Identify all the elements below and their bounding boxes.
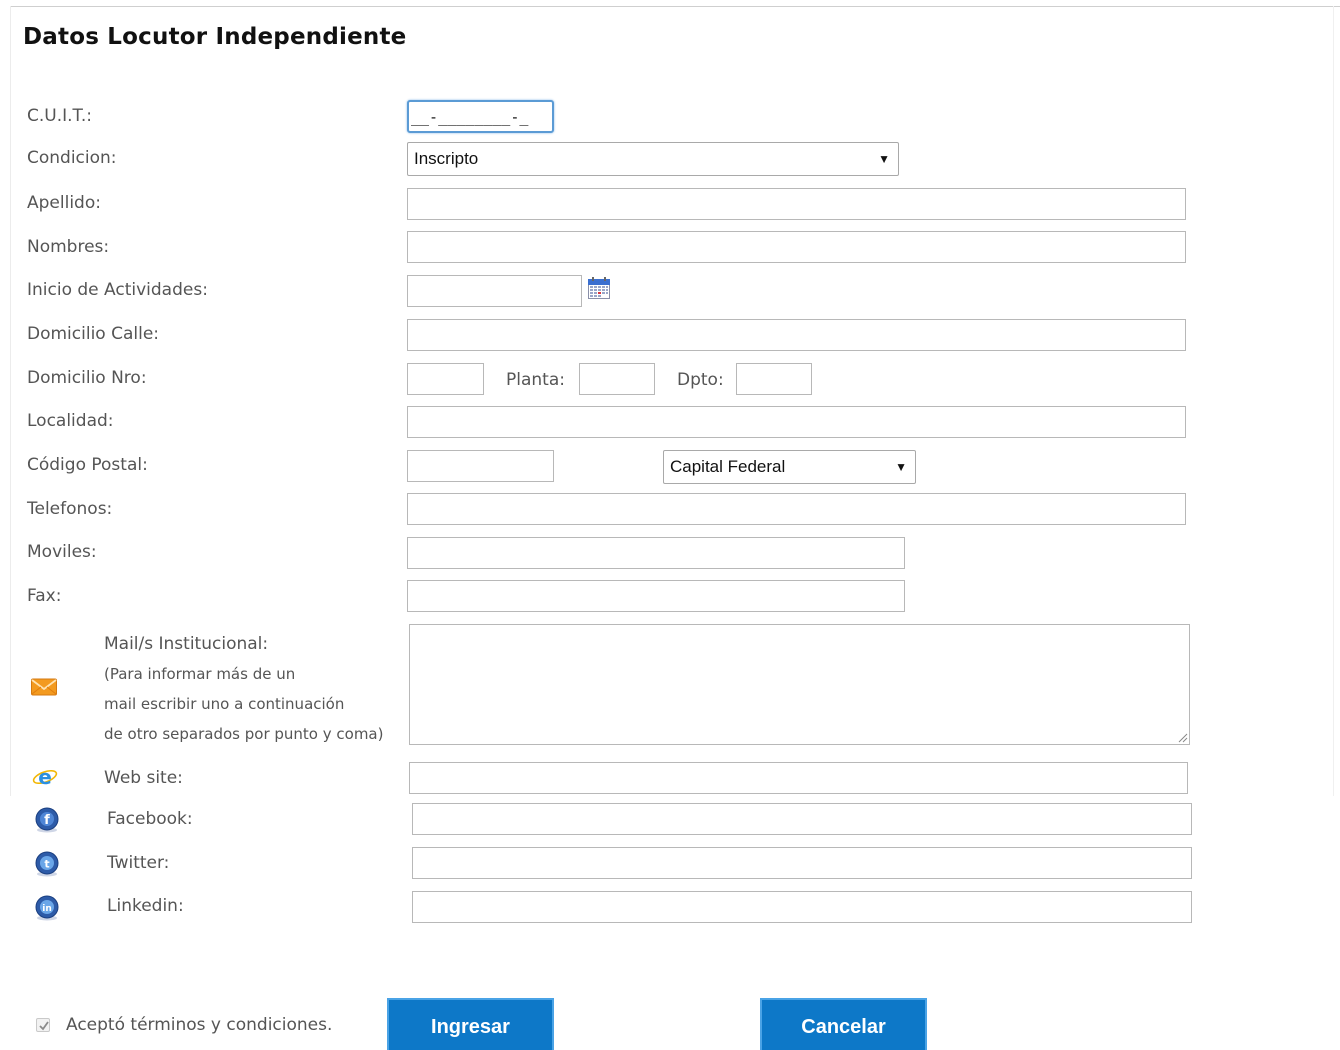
mail-hint-line-2: mail escribir uno a continuación bbox=[104, 695, 345, 713]
dropdown-arrow-icon: ▼ bbox=[895, 460, 907, 474]
calendar-icon[interactable] bbox=[588, 277, 610, 299]
domicilio-calle-input[interactable] bbox=[407, 319, 1186, 351]
nombres-label: Nombres: bbox=[27, 237, 110, 257]
linkedin-label: Linkedin: bbox=[107, 896, 184, 916]
twitter-label: Twitter: bbox=[107, 853, 170, 873]
planta-label: Planta: bbox=[506, 370, 565, 390]
facebook-icon: f bbox=[35, 807, 59, 833]
provincia-select[interactable]: Capital Federal ▼ bbox=[663, 450, 916, 484]
apellido-input[interactable] bbox=[407, 188, 1186, 220]
telefonos-label: Telefonos: bbox=[27, 499, 113, 519]
website-input[interactable] bbox=[409, 762, 1188, 794]
page-title: Datos Locutor Independiente bbox=[23, 24, 407, 50]
fax-input[interactable] bbox=[407, 580, 905, 612]
provincia-selected-value: Capital Federal bbox=[670, 457, 786, 476]
terms-label: Aceptó términos y condiciones. bbox=[66, 1015, 333, 1035]
internet-explorer-icon: e bbox=[32, 765, 58, 789]
website-label: Web site: bbox=[104, 768, 183, 788]
right-divider bbox=[1333, 6, 1334, 796]
codigo-postal-label: Código Postal: bbox=[27, 455, 148, 475]
mail-hint-line-3: de otro separados por punto y coma) bbox=[104, 725, 384, 743]
linkedin-input[interactable] bbox=[412, 891, 1192, 923]
top-divider bbox=[10, 6, 1340, 7]
inicio-actividades-label: Inicio de Actividades: bbox=[27, 280, 208, 300]
mail-hint-line-1: (Para informar más de un bbox=[104, 665, 296, 683]
resize-grip-icon[interactable] bbox=[1176, 731, 1188, 743]
inicio-actividades-input[interactable] bbox=[407, 275, 582, 307]
fax-label: Fax: bbox=[27, 586, 62, 606]
codigo-postal-input[interactable] bbox=[407, 450, 554, 482]
localidad-input[interactable] bbox=[407, 406, 1186, 438]
nombres-input[interactable] bbox=[407, 231, 1186, 263]
dropdown-arrow-icon: ▼ bbox=[878, 152, 890, 166]
ingresar-button[interactable]: Ingresar bbox=[387, 998, 554, 1050]
envelope-icon bbox=[31, 678, 57, 696]
facebook-input[interactable] bbox=[412, 803, 1192, 835]
condicion-label: Condicion: bbox=[27, 148, 117, 168]
mail-label: Mail/s Institucional: bbox=[104, 634, 269, 654]
locutor-form-page: Datos Locutor Independiente C.U.I.T.: Co… bbox=[0, 0, 1340, 1050]
checkmark-icon bbox=[39, 1021, 49, 1031]
dpto-label: Dpto: bbox=[677, 370, 724, 390]
facebook-label: Facebook: bbox=[107, 809, 193, 829]
telefonos-input[interactable] bbox=[407, 493, 1186, 525]
moviles-label: Moviles: bbox=[27, 542, 97, 562]
svg-text:in: in bbox=[42, 904, 52, 914]
apellido-label: Apellido: bbox=[27, 193, 101, 213]
domicilio-nro-input[interactable] bbox=[407, 363, 484, 395]
domicilio-nro-label: Domicilio Nro: bbox=[27, 368, 147, 388]
twitter-icon: t bbox=[35, 851, 59, 877]
svg-text:t: t bbox=[44, 858, 49, 871]
left-divider bbox=[10, 6, 11, 796]
domicilio-calle-label: Domicilio Calle: bbox=[27, 324, 160, 344]
svg-text:e: e bbox=[38, 765, 52, 789]
condicion-selected-value: Inscripto bbox=[414, 149, 479, 168]
cancelar-button[interactable]: Cancelar bbox=[760, 998, 927, 1050]
condicion-select[interactable]: Inscripto ▼ bbox=[407, 142, 899, 176]
dpto-input[interactable] bbox=[736, 363, 812, 395]
localidad-label: Localidad: bbox=[27, 411, 114, 431]
planta-input[interactable] bbox=[579, 363, 655, 395]
moviles-input[interactable] bbox=[407, 537, 905, 569]
terms-checkbox[interactable] bbox=[36, 1018, 50, 1032]
cuit-input[interactable] bbox=[407, 100, 554, 133]
cuit-label: C.U.I.T.: bbox=[27, 106, 93, 126]
svg-text:f: f bbox=[44, 813, 50, 828]
twitter-input[interactable] bbox=[412, 847, 1192, 879]
mail-textarea[interactable] bbox=[409, 624, 1190, 745]
linkedin-icon: in bbox=[35, 895, 59, 921]
